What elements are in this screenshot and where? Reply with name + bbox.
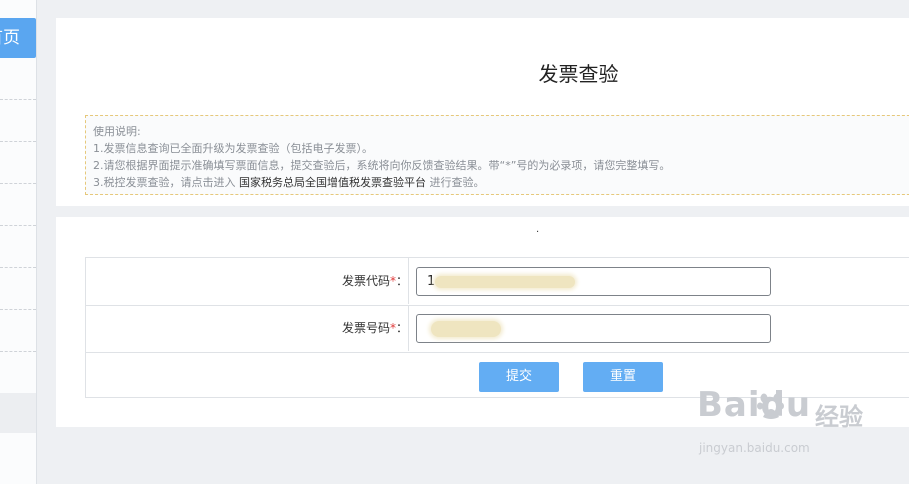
invoice-number-label: 发票号码*： [86,305,409,351]
submit-button[interactable]: 提交 [479,362,559,392]
sidebar-divider [0,309,36,310]
invoice-code-input[interactable]: 1 [416,267,771,296]
sidebar-divider [0,141,36,142]
page-title: 发票查验 [538,62,619,86]
header-panel: 发票查验 使用说明: 1.发票信息查询已全面升级为发票查验（包括电子发票）。 2… [56,18,909,206]
paw-icon [757,393,784,419]
invoice-code-label: 发票代码*： [86,258,409,304]
sidebar-item-label: 首页 [0,28,20,48]
label-colon: ： [395,321,408,335]
usage-notes: 使用说明: 1.发票信息查询已全面升级为发票查验（包括电子发票）。 2.请您根据… [85,115,909,195]
notes-heading: 使用说明: [93,125,141,138]
sidebar-item[interactable] [0,393,36,433]
invoice-number-input[interactable] [416,314,771,343]
sidebar: 首页 [0,0,37,484]
invoice-code-label-text: 发票代码 [341,274,390,288]
notes-line-1: 1.发票信息查询已全面升级为发票查验（包括电子发票）。 [93,142,373,155]
verification-platform-link[interactable]: 国家税务总局全国增值税发票查验平台 [239,176,426,189]
form-row-invoice-number: 发票号码*： [86,305,909,353]
sidebar-item-home[interactable]: 首页 [0,18,36,58]
sidebar-divider [0,267,36,268]
label-colon: ： [395,274,408,288]
reset-button[interactable]: 重置 [583,362,663,392]
baidu-watermark: Baidu 经验 jingyan.baidu.com [697,385,897,465]
dot-mark: · [536,227,540,238]
sidebar-divider [0,225,36,226]
redaction-mark [435,276,575,288]
notes-line-3-suffix: 进行查验。 [429,176,485,189]
invoice-form: 发票代码*： 1 发票号码*： 提交 重置 [85,257,909,398]
invoice-number-label-text: 发票号码 [341,321,390,335]
notes-line-3: 3.税控发票查验，请点击进入 国家税务总局全国增值税发票查验平台 进行查验。 [93,174,909,191]
form-row-invoice-code: 发票代码*： 1 [86,258,909,306]
watermark-url: jingyan.baidu.com [699,441,810,455]
sidebar-divider [0,351,36,352]
redaction-mark [431,321,501,337]
watermark-brand: Baidu [697,385,812,425]
watermark-suffix: 经验 [815,403,863,431]
sidebar-divider [0,183,36,184]
notes-line-3-prefix: 3.税控发票查验，请点击进入 [93,176,236,189]
notes-line-2: 2.请您根据界面提示准确填写票面信息，提交查验后，系统将向你反馈查验结果。带“*… [93,159,671,172]
sidebar-divider [0,99,36,100]
